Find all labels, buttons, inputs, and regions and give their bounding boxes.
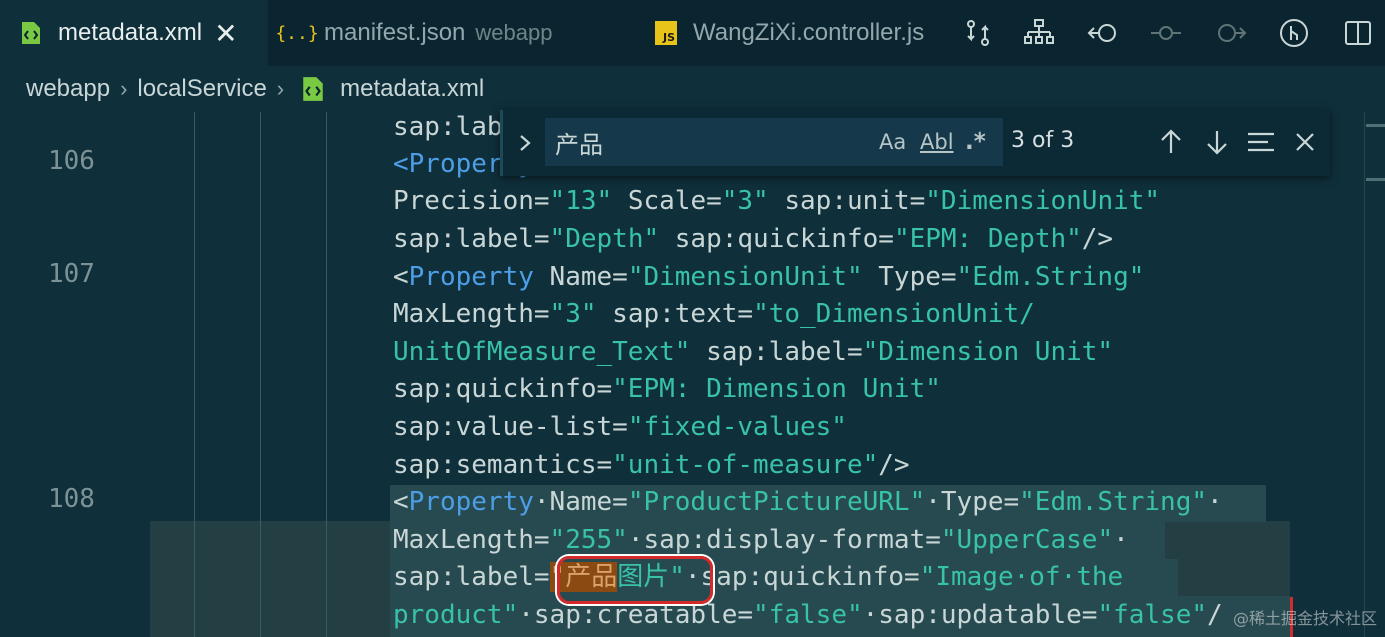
split-editor-icon[interactable] xyxy=(1336,0,1380,66)
scroll-marker xyxy=(1366,178,1385,181)
tab-description: webapp xyxy=(475,20,553,45)
code-line: sap:label="产品图片"·sap:quickinfo="Image·of… xyxy=(393,562,1124,592)
close-tab-icon[interactable]: ✕ xyxy=(214,17,237,50)
chevron-right-icon: › xyxy=(120,76,128,101)
tab-label: manifest.json xyxy=(324,19,466,46)
match-whole-word-toggle[interactable]: Abl xyxy=(920,124,954,160)
close-find-icon[interactable] xyxy=(1285,122,1325,162)
json-file-icon: {..} xyxy=(275,22,319,44)
code-line: MaxLength="3" sap:text="to_DimensionUnit… xyxy=(393,299,1035,329)
structure-icon[interactable] xyxy=(1017,0,1061,66)
line-number: 107 xyxy=(48,259,95,289)
code-line: sap:semantics="unit-of-measure"/> xyxy=(393,450,910,480)
tab-wangzixi-controller-js[interactable]: JS WangZiXi.controller.js xyxy=(655,0,950,66)
code-line: sap:quickinfo="EPM: Dimension Unit" xyxy=(393,374,941,404)
breadcrumb-item-webapp[interactable]: webapp xyxy=(26,75,110,103)
go-back-icon[interactable] xyxy=(1082,0,1126,66)
code-line: <Property Name="DimensionUnit" Type="Edm… xyxy=(393,262,1145,292)
tab-label: metadata.xml xyxy=(58,19,203,46)
code-line: sap:label="Depth" sap:quickinfo="EPM: De… xyxy=(393,224,1114,254)
use-regex-toggle[interactable]: .* xyxy=(965,124,986,160)
tab-metadata-xml[interactable]: metadata.xml ✕ xyxy=(0,0,268,66)
chevron-right-icon: › xyxy=(276,76,285,101)
breadcrumb-item-localservice[interactable]: localService xyxy=(137,75,266,103)
code-line: Precision="13" Scale="3" sap:unit="Dimen… xyxy=(393,186,1161,216)
code-line: sap:value-list="fixed-values" xyxy=(393,412,847,442)
find-in-selection-icon[interactable] xyxy=(1241,122,1281,162)
tab-manifest-json[interactable]: {..} manifest.json webapp xyxy=(275,0,631,66)
code-line: <Property·Name="ProductPictureURL"·Type=… xyxy=(393,487,1223,517)
indent-guide xyxy=(194,112,195,637)
line-number: 106 xyxy=(48,146,95,176)
code-line: product"·sap:creatable="false"·sap:updat… xyxy=(393,600,1223,630)
js-file-icon: JS xyxy=(655,20,677,46)
xml-file-icon xyxy=(20,20,42,46)
breadcrumb: webapp › localService › metadata.xml xyxy=(0,66,1385,112)
indent-guide xyxy=(260,112,261,637)
watermark: @稀土掘金技术社区 xyxy=(1232,609,1377,628)
go-forward-icon[interactable] xyxy=(1208,0,1252,66)
code-line: MaxLength="255"·sap:display-format="Uppe… xyxy=(393,525,1129,555)
annotation-circle xyxy=(557,556,713,604)
match-count: 3 of 3 xyxy=(1011,128,1075,153)
scroll-marker xyxy=(1366,124,1385,127)
editor-tab-bar: metadata.xml ✕ {..} manifest.json webapp… xyxy=(0,0,1385,66)
tab-label: WangZiXi.controller.js xyxy=(693,19,925,46)
vertical-scrollbar[interactable] xyxy=(1364,112,1385,637)
match-case-toggle[interactable]: Aa xyxy=(879,124,906,160)
code-line: sap:lab xyxy=(393,112,503,142)
toggle-replace-chevron-icon[interactable] xyxy=(515,128,535,158)
code-editor[interactable]: 106 107 108 sap:lab <Property Precision=… xyxy=(0,112,1385,637)
indent-guide xyxy=(326,112,327,637)
previous-match-arrow-up-icon[interactable] xyxy=(1151,122,1191,162)
timeline-icon[interactable] xyxy=(1144,0,1188,66)
line-number: 108 xyxy=(48,484,95,514)
find-widget: Aa Abl .* 3 of 3 xyxy=(500,110,1330,176)
code-line: UnitOfMeasure_Text" sap:label="Dimension… xyxy=(393,337,1114,367)
xml-file-icon xyxy=(303,77,323,101)
git-lens-icon[interactable] xyxy=(1272,0,1316,66)
compare-changes-icon[interactable] xyxy=(956,0,1000,66)
breadcrumb-item-file[interactable]: metadata.xml xyxy=(340,75,484,103)
next-match-arrow-down-icon[interactable] xyxy=(1197,122,1237,162)
